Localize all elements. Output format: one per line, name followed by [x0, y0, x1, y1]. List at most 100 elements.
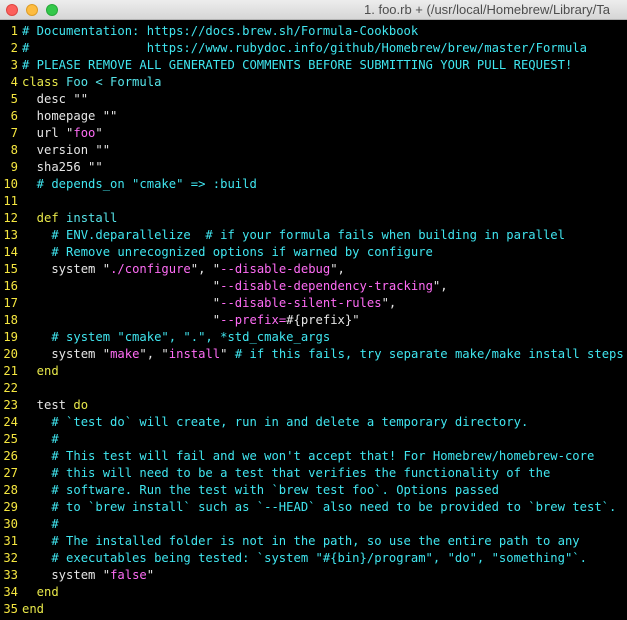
line-number: 30	[3, 517, 18, 531]
code-line[interactable]: 27 # this will need to be a test that ve…	[0, 465, 627, 482]
code-line[interactable]: 20 system "make", "install" # if this fa…	[0, 346, 627, 363]
code-token: test	[22, 398, 67, 412]
minimize-window-button[interactable]	[26, 4, 38, 16]
code-token: --disable-dependency-tracking	[220, 279, 433, 293]
code-token: false	[110, 568, 147, 582]
code-line[interactable]: 2 # https://www.rubydoc.info/github/Homeb…	[0, 40, 627, 57]
line-number: 26	[3, 449, 18, 463]
line-number: 15	[3, 262, 18, 276]
code-line[interactable]: 28 # software. Run the test with `brew t…	[0, 482, 627, 499]
title-bar[interactable]: 1. foo.rb + (/usr/local/Homebrew/Library…	[0, 0, 627, 20]
code-token: #{prefix}"	[286, 313, 360, 327]
code-token: url "	[22, 126, 74, 140]
code-token: # PLEASE REMOVE ALL GENERATED COMMENTS B…	[22, 58, 573, 72]
code-token: #	[22, 517, 59, 531]
code-line[interactable]: 5 desc ""	[0, 91, 627, 108]
line-number: 19	[3, 330, 18, 344]
code-token: desc ""	[22, 92, 89, 106]
code-token: # this will need to be a test that verif…	[22, 466, 551, 480]
code-token: end	[22, 602, 45, 616]
code-token: # depends_on "cmake" => :build	[22, 177, 257, 191]
code-line[interactable]: 33 system "false"	[0, 567, 627, 584]
code-line[interactable]: 22	[0, 380, 627, 397]
code-token: "	[220, 347, 235, 361]
code-token: class	[22, 75, 59, 89]
code-token: end	[22, 364, 59, 378]
code-token: # The installed folder is not in the pat…	[22, 534, 580, 548]
code-token: end	[22, 585, 59, 599]
code-line[interactable]: 31 # The installed folder is not in the …	[0, 533, 627, 550]
code-token: homepage ""	[22, 109, 118, 123]
code-token: install	[58, 211, 118, 225]
line-number: 5	[10, 92, 18, 106]
code-line[interactable]: 25 #	[0, 431, 627, 448]
line-number: 20	[3, 347, 18, 361]
vim-editor-buffer[interactable]: 1 # Documentation: https://docs.brew.sh/F…	[0, 23, 627, 618]
code-token: "	[95, 126, 103, 140]
line-number: 6	[10, 109, 18, 123]
line-number: 7	[10, 126, 18, 140]
code-line[interactable]: 35 end	[0, 601, 627, 618]
code-line[interactable]: 10 # depends_on "cmake" => :build	[0, 176, 627, 193]
code-line[interactable]: 17 "--disable-silent-rules",	[0, 295, 627, 312]
code-token: "	[22, 279, 221, 293]
code-line[interactable]: 12 def install	[0, 210, 627, 227]
code-line[interactable]: 29 # to `brew install` such as `--HEAD` …	[0, 499, 627, 516]
line-number: 35	[3, 602, 18, 616]
code-token: # This test will fail and we won't accep…	[22, 449, 595, 463]
code-token: # to `brew install` such as `--HEAD` als…	[22, 500, 617, 514]
line-number: 12	[3, 211, 18, 225]
line-number: 24	[3, 415, 18, 429]
code-line[interactable]: 24 # `test do` will create, run in and d…	[0, 414, 627, 431]
code-token: "	[22, 296, 221, 310]
code-line[interactable]: 11	[0, 193, 627, 210]
code-line[interactable]: 6 homepage ""	[0, 108, 627, 125]
line-number: 25	[3, 432, 18, 446]
code-line[interactable]: 8 version ""	[0, 142, 627, 159]
code-token: --disable-silent-rules	[220, 296, 382, 310]
line-number: 22	[3, 381, 18, 395]
zoom-window-button[interactable]	[46, 4, 58, 16]
line-number: 16	[3, 279, 18, 293]
code-token: # `test do` will create, run in and dele…	[22, 415, 529, 429]
code-token: # system "cmake", ".", *std_cmake_args	[22, 330, 331, 344]
code-line[interactable]: 18 "--prefix=#{prefix}"	[0, 312, 627, 329]
close-window-button[interactable]	[6, 4, 18, 16]
code-line[interactable]: 21 end	[0, 363, 627, 380]
code-line[interactable]: 32 # executables being tested: `system "…	[0, 550, 627, 567]
terminal-window: 1. foo.rb + (/usr/local/Homebrew/Library…	[0, 0, 627, 620]
code-token: ", "	[190, 262, 221, 276]
code-line[interactable]: 15 system "./configure", "--disable-debu…	[0, 261, 627, 278]
code-line[interactable]: 34 end	[0, 584, 627, 601]
line-number: 31	[3, 534, 18, 548]
code-token: Foo < Formula	[58, 75, 162, 89]
code-line[interactable]: 26 # This test will fail and we won't ac…	[0, 448, 627, 465]
code-token: #	[22, 432, 59, 446]
line-number: 23	[3, 398, 18, 412]
code-line[interactable]: 1 # Documentation: https://docs.brew.sh/F…	[0, 23, 627, 40]
code-token: "	[22, 313, 221, 327]
code-line[interactable]: 19 # system "cmake", ".", *std_cmake_arg…	[0, 329, 627, 346]
code-line[interactable]: 30 #	[0, 516, 627, 533]
code-token: system "	[22, 262, 111, 276]
code-token: system "	[22, 568, 111, 582]
code-token: install	[168, 347, 221, 361]
code-line[interactable]: 7 url "foo"	[0, 125, 627, 142]
code-line[interactable]: 16 "--disable-dependency-tracking",	[0, 278, 627, 295]
code-line[interactable]: 13 # ENV.deparallelize # if your formula…	[0, 227, 627, 244]
line-number: 33	[3, 568, 18, 582]
code-line[interactable]: 9 sha256 ""	[0, 159, 627, 176]
line-number: 3	[10, 58, 18, 72]
code-line[interactable]: 4 class Foo < Formula	[0, 74, 627, 91]
code-token: foo	[73, 126, 96, 140]
code-token: # https://www.rubydoc.info/github/Homebr…	[22, 41, 587, 55]
code-token: sha256 ""	[22, 160, 103, 174]
code-token: version ""	[22, 143, 111, 157]
code-line[interactable]: 23 test do	[0, 397, 627, 414]
code-token: # Remove unrecognized options if warned …	[22, 245, 433, 259]
code-line[interactable]: 14 # Remove unrecognized options if warn…	[0, 244, 627, 261]
line-number: 14	[3, 245, 18, 259]
code-line[interactable]: 3 # PLEASE REMOVE ALL GENERATED COMMENTS …	[0, 57, 627, 74]
window-title: 1. foo.rb + (/usr/local/Homebrew/Library…	[364, 2, 611, 17]
code-token: # if this fails, try separate make/make …	[234, 347, 624, 361]
